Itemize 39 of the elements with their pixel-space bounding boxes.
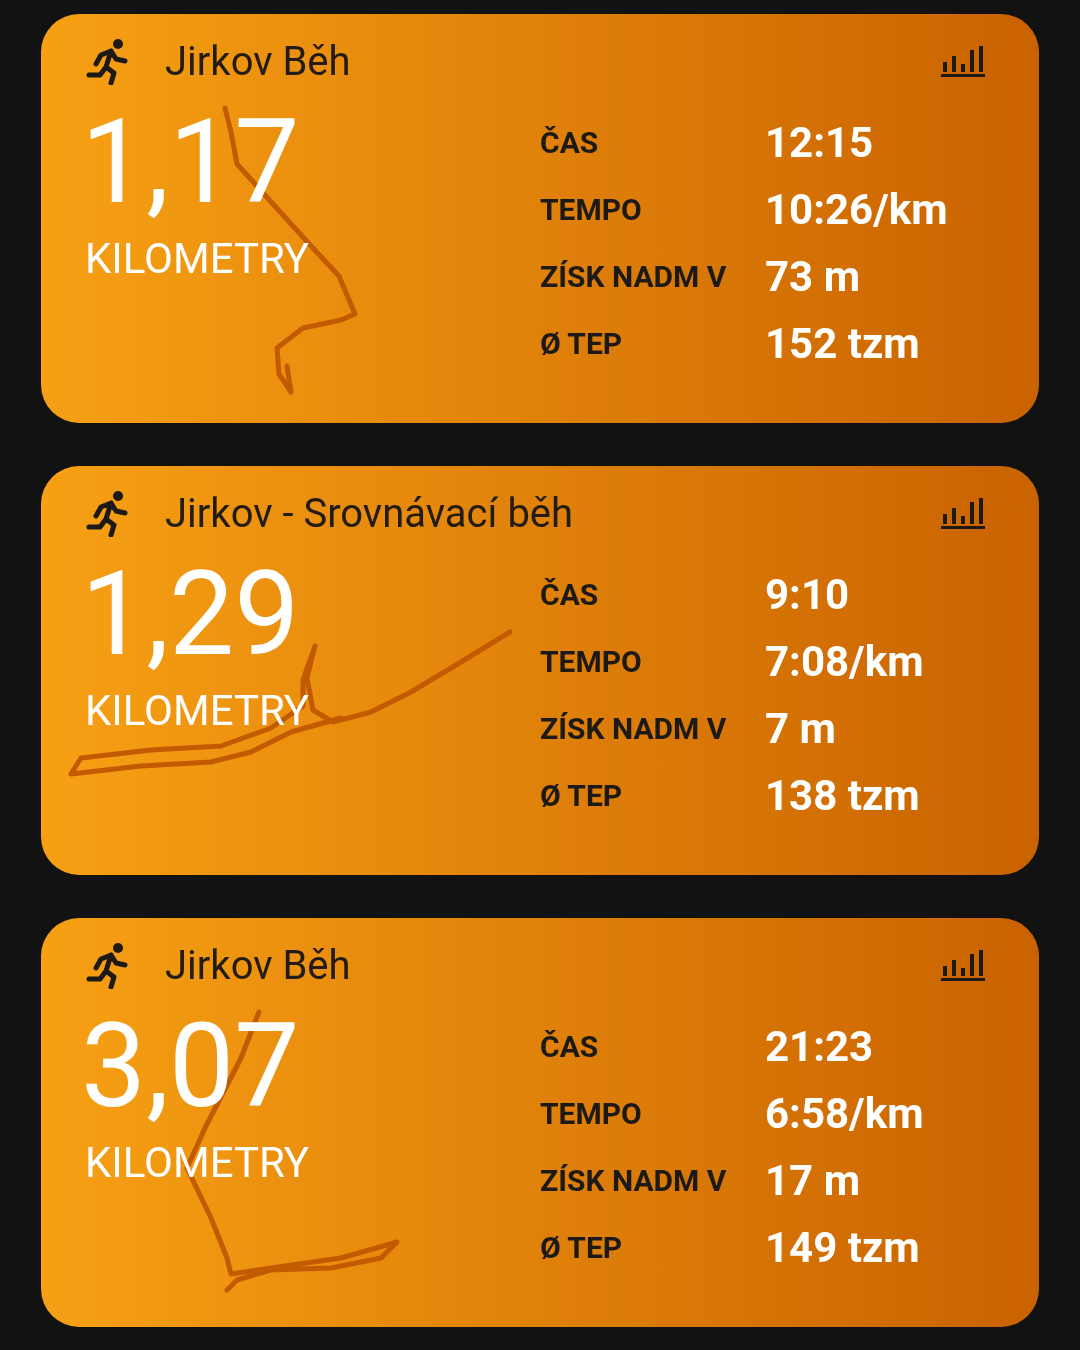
distance-unit: KILOMETRY [85,686,311,735]
stat-label: ZÍSK NADM V [540,1162,728,1200]
stat-label: Ø TEP [540,325,624,363]
activity-card[interactable]: Jirkov Běh 3,07 KILOMETRY ČAS 21:23 TEMPO 6:58/km ZÍSK NADM V 17 m Ø TEP 149 tzm [41,918,1039,1327]
stat-label: TEMPO [540,643,643,681]
stat-value: 152 tzm [765,321,921,366]
stat-value: 6:58/km [765,1091,924,1136]
stat-label: ČAS [540,576,600,614]
stat-value: 17 m [765,1158,861,1203]
stat-label: Ø TEP [540,777,624,815]
distance-unit: KILOMETRY [85,234,311,283]
stat-value: 73 m [765,254,861,299]
stat-value: 9:10 [765,572,851,617]
stat-label: ZÍSK NADM V [540,258,728,296]
stat-value: 12:15 [765,120,875,165]
activity-title: Jirkov Běh [165,37,352,85]
chart-icon[interactable] [941,948,985,982]
stat-label: ČAS [540,124,600,162]
distance-value: 1,17 [81,104,301,220]
stat-label: TEMPO [540,1095,643,1133]
stat-label: TEMPO [540,191,643,229]
activity-card[interactable]: Jirkov - Srovnávací běh 1,29 KILOMETRY ČAS 9:10 TEMPO 7:08/km ZÍSK NADM V 7 m Ø TEP 138 tzm [41,466,1039,875]
activity-card[interactable]: Jirkov Běh 1,17 KILOMETRY ČAS 12:15 TEMPO 10:26/km ZÍSK NADM V 73 m Ø TEP 152 tzm [41,14,1039,423]
stat-label: ZÍSK NADM V [540,710,728,748]
activity-title: Jirkov Běh [165,941,352,989]
distance-value: 1,29 [81,556,301,672]
distance-unit: KILOMETRY [85,1138,311,1187]
activity-title: Jirkov - Srovnávací běh [165,489,575,537]
stat-value: 138 tzm [765,773,921,818]
stat-value: 21:23 [765,1024,875,1069]
chart-icon[interactable] [941,496,985,530]
stat-label: ČAS [540,1028,600,1066]
chart-icon[interactable] [941,44,985,78]
distance-value: 3,07 [81,1008,301,1124]
stat-value: 10:26/km [765,187,948,232]
stat-label: Ø TEP [540,1229,624,1267]
stat-value: 149 tzm [765,1225,921,1270]
stat-value: 7 m [765,706,837,751]
stat-value: 7:08/km [765,639,924,684]
